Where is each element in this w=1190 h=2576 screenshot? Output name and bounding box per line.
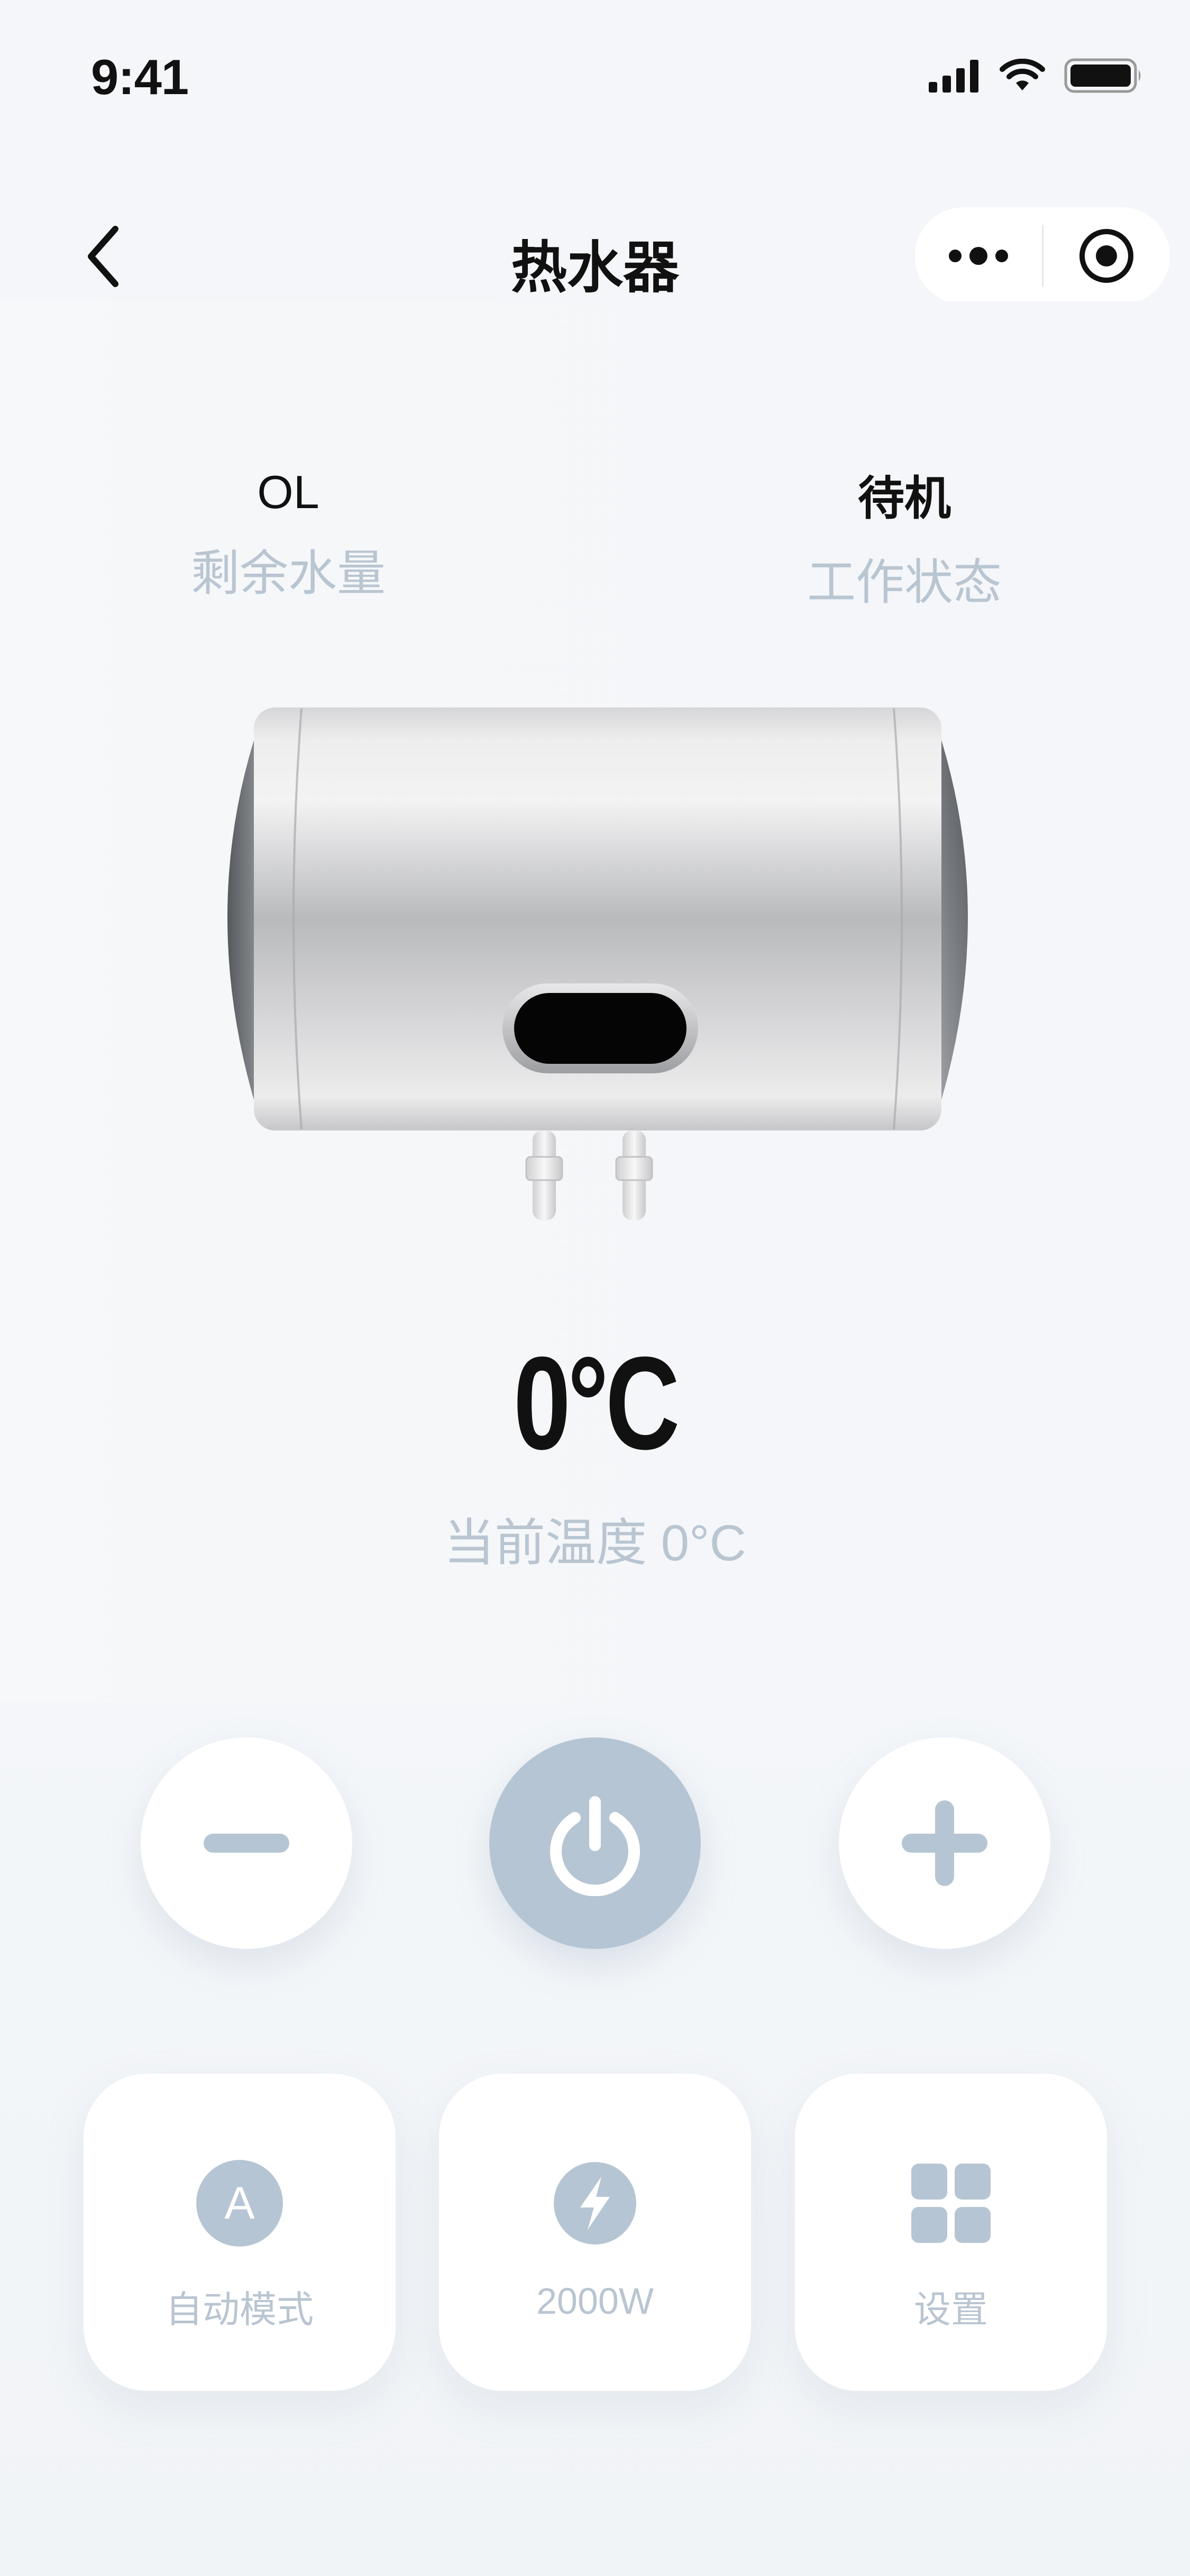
more-dots-icon bbox=[949, 247, 1008, 265]
more-button[interactable] bbox=[915, 207, 1042, 305]
auto-mode-icon: A bbox=[196, 2160, 283, 2247]
close-miniprogram-button[interactable] bbox=[1043, 207, 1169, 305]
mini-program-capsule bbox=[915, 207, 1170, 305]
water-stat: OL 剩余水量 bbox=[130, 465, 447, 604]
water-label: 剩余水量 bbox=[190, 547, 386, 601]
battery-icon bbox=[1064, 58, 1141, 93]
power-rating-label: 2000W bbox=[536, 2280, 654, 2322]
power-icon bbox=[550, 1796, 640, 1896]
status-time: 9:41 bbox=[91, 49, 189, 105]
auto-mode-label: 自动模式 bbox=[166, 2289, 314, 2330]
status-label: 工作状态 bbox=[807, 556, 1002, 610]
water-heater-illustration bbox=[227, 707, 968, 1220]
power-rating-card[interactable]: 2000W bbox=[439, 2074, 751, 2391]
minus-icon bbox=[204, 1834, 289, 1853]
lightning-icon bbox=[554, 2162, 636, 2244]
record-icon bbox=[1079, 229, 1133, 283]
water-value: OL bbox=[257, 466, 319, 518]
signal-icon bbox=[929, 60, 978, 93]
settings-card[interactable]: 设置 bbox=[795, 2074, 1107, 2391]
current-temperature-label: 当前温度 0°C bbox=[444, 1515, 746, 1571]
power-button[interactable] bbox=[489, 1737, 701, 1949]
status-value: 待机 bbox=[857, 472, 951, 525]
auto-mode-badge: A bbox=[224, 2178, 255, 2229]
status-icons bbox=[929, 58, 1143, 93]
grid-icon bbox=[911, 2164, 991, 2243]
settings-label: 设置 bbox=[914, 2289, 988, 2330]
plus-icon bbox=[902, 1800, 987, 1886]
status-stat: 待机 工作状态 bbox=[746, 461, 1063, 613]
wifi-icon bbox=[1000, 59, 1045, 90]
temperature-display: 0°C bbox=[513, 1329, 680, 1477]
decrease-temperature-button[interactable] bbox=[141, 1737, 352, 1949]
auto-mode-card[interactable]: A 自动模式 bbox=[84, 2074, 396, 2391]
water-heater-screen: 9:41 热水器 OL 剩余水量 待机 工作状态 0°C 当前温度 0°C A … bbox=[0, 0, 1190, 2576]
increase-temperature-button[interactable] bbox=[839, 1737, 1050, 1949]
